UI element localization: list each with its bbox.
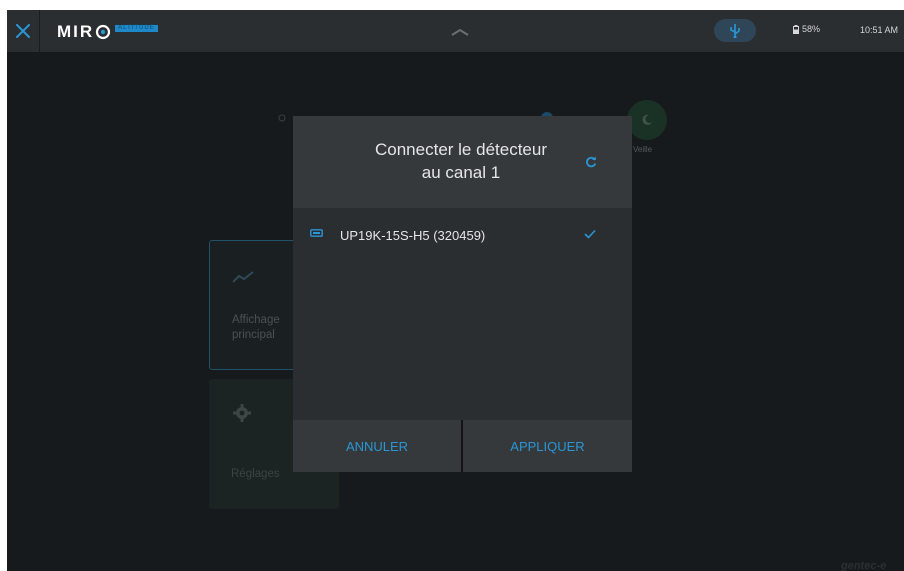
refresh-button[interactable] [583,154,599,170]
usb-detector-icon [310,229,323,237]
apply-button[interactable]: APPLIQUER [463,420,632,472]
logo-target-icon [96,24,111,40]
detector-label: UP19K-15S-H5 (320459) [340,228,486,243]
dialog-title-line1: Connecter le détecteur [375,140,547,159]
detector-list: UP19K-15S-H5 (320459) [293,208,632,420]
main-display-label: Affichage principal [232,314,280,341]
usb-status-button[interactable] [714,19,756,42]
logo-badge: ALTITUDE [115,24,158,32]
sleep-label: Veille [633,145,653,154]
logo: MIR ALTITUDE [57,22,158,41]
usb-icon [730,23,740,38]
chevron-up-icon [451,28,469,36]
gear-icon [233,404,251,422]
dialog-title-line2: au canal 1 [421,163,501,182]
battery-percent: 58% [802,24,821,34]
brightness-low-icon [278,114,286,122]
refresh-icon [586,156,597,168]
brand-watermark: gentec-e [841,560,887,571]
close-icon [16,24,30,38]
settings-label: Réglages [231,468,280,480]
close-button[interactable] [7,10,40,52]
check-icon [584,229,596,239]
list-item[interactable]: UP19K-15S-H5 (320459) [293,224,632,248]
connect-detector-dialog: Connecter le détecteur au canal 1 UP19K-… [293,116,632,472]
clock: 10:51 AM [860,25,899,35]
logo-text: MIR [57,22,95,41]
battery-status: 58% [793,24,820,34]
chart-line-icon [232,271,254,283]
dialog-actions: ANNULER APPLIQUER [293,420,632,472]
cancel-button[interactable]: ANNULER [293,420,461,472]
sleep-button [627,100,667,140]
top-bar: MIR ALTITUDE 58% 10:51 AM [7,10,904,52]
battery-icon [793,24,799,34]
expand-button[interactable] [450,24,470,42]
dialog-title: Connecter le détecteur au canal 1 [323,138,599,184]
dialog-header: Connecter le détecteur au canal 1 [293,116,632,208]
moon-icon [642,114,652,125]
app-window: MIR ALTITUDE 58% 10:51 AM Veille Afficha… [7,10,904,571]
